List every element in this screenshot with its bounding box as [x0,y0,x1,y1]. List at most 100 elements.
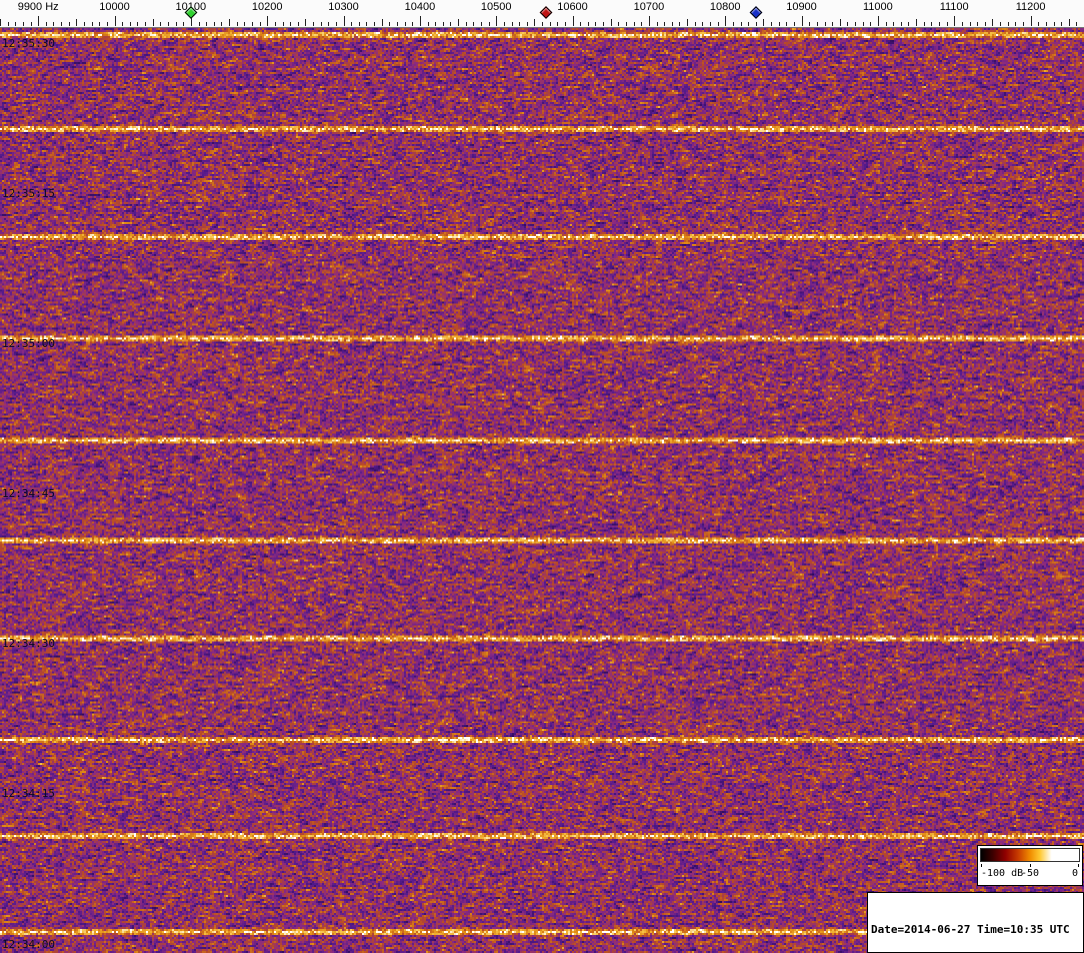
time-label: 12:35:15 [2,187,55,200]
ruler-minor-tick [534,19,536,26]
ruler-minor-tick [786,22,788,26]
ruler-minor-tick [839,19,841,26]
time-label: 12:34:45 [2,487,55,500]
ruler-minor-tick [542,22,543,26]
ruler-minor-tick [1000,22,1001,26]
ruler-minor-tick [152,19,154,26]
ruler-minor-tick [389,22,391,26]
ruler-minor-tick [427,22,429,26]
ruler-minor-tick [793,22,795,26]
ruler-minor-tick [885,22,887,26]
frequency-ruler[interactable]: 9900 Hz100001010010200103001040010500106… [0,0,1084,28]
ruler-minor-tick [1045,22,1047,26]
ruler-minor-tick [526,22,528,26]
ruler-minor-tick [939,22,940,26]
ruler-minor-tick [397,22,398,26]
ruler-minor-tick [511,22,513,26]
ruler-minor-tick [824,22,826,26]
ruler-major-tick [954,16,956,26]
time-label: 12:34:00 [2,938,55,951]
freq-tick-label: 9900 Hz [17,1,59,13]
ruler-minor-tick [61,22,63,26]
ruler-minor-tick [870,22,872,26]
ruler-minor-tick [771,22,772,26]
ruler-minor-tick [732,22,734,26]
ruler-minor-tick [687,19,688,26]
colorbar-tick [1078,864,1079,867]
ruler-minor-tick [633,22,635,26]
ruler-minor-tick [15,22,17,26]
ruler-minor-tick [862,22,864,26]
ruler-minor-tick [694,22,696,26]
ruler-minor-tick [809,22,811,26]
spectrogram-app: 9900 Hz100001010010200103001040010500106… [0,0,1084,953]
ruler-minor-tick [641,22,643,26]
ruler-major-tick [725,16,727,26]
spectrogram-waterfall[interactable] [0,28,1084,953]
blue-marker-diamond[interactable] [749,6,763,19]
ruler-minor-tick [778,22,780,26]
ruler-minor-tick [335,22,337,26]
red-marker-diamond[interactable] [539,6,553,19]
ruler-major-tick [114,16,116,26]
db-colorbar: -100 dB -50 0 [977,845,1083,886]
ruler-major-tick [419,16,421,26]
ruler-minor-tick [1007,22,1009,26]
ruler-minor-tick [549,22,551,26]
ruler-minor-tick [236,22,238,26]
ruler-minor-tick [755,22,757,26]
ruler-minor-tick [580,22,582,26]
time-label: 12:35:30 [2,37,55,50]
ruler-minor-tick [656,22,658,26]
ruler-major-tick [1030,16,1032,26]
info-line-date: Date=2014-06-27 Time=10:35 UTC [871,923,1070,936]
ruler-minor-tick [671,22,673,26]
ruler-minor-tick [244,22,246,26]
ruler-minor-tick [435,22,437,26]
ruler-minor-tick [740,22,742,26]
ruler-major-tick [801,16,803,26]
ruler-minor-tick [183,22,185,26]
ruler-minor-tick [519,22,521,26]
ruler-minor-tick [305,19,307,26]
ruler-minor-tick [167,22,169,26]
ruler-minor-tick [442,22,444,26]
ruler-minor-tick [900,22,902,26]
ruler-minor-tick [76,19,78,26]
ruler-minor-tick [229,19,230,26]
ruler-minor-tick [30,22,32,26]
ruler-minor-tick [763,19,765,26]
ruler-minor-tick [931,22,933,26]
ruler-minor-tick [374,22,376,26]
ruler-minor-tick [709,22,711,26]
time-label: 12:34:15 [2,787,55,800]
ruler-minor-tick [473,22,475,26]
freq-tick-label: 10500 [480,1,512,13]
ruler-minor-tick [290,22,292,26]
ruler-minor-tick [450,22,452,26]
freq-tick-label: 10300 [328,1,359,13]
ruler-minor-tick [145,22,146,26]
ruler-minor-tick [969,22,971,26]
ruler-minor-tick [816,22,818,26]
ruler-minor-tick [68,22,70,26]
ruler-minor-tick [480,22,482,26]
ruler-minor-tick [282,22,284,26]
ruler-minor-tick [702,22,704,26]
ruler-minor-tick [1015,22,1017,26]
colorbar-label-min: -100 dB [981,868,1024,879]
ruler-minor-tick [855,22,856,26]
ruler-minor-tick [1038,22,1040,26]
ruler-minor-tick [748,22,750,26]
ruler-minor-tick [351,22,353,26]
ruler-major-tick [343,16,345,26]
ruler-minor-tick [274,22,276,26]
info-box: Date=2014-06-27 Time=10:35 UTC Freq=143 … [867,892,1084,953]
ruler-minor-tick [84,22,85,26]
ruler-minor-tick [7,22,9,26]
ruler-minor-tick [320,22,322,26]
ruler-minor-tick [221,22,223,26]
ruler-minor-tick [847,22,849,26]
ruler-minor-tick [366,22,368,26]
ruler-minor-tick [251,22,253,26]
